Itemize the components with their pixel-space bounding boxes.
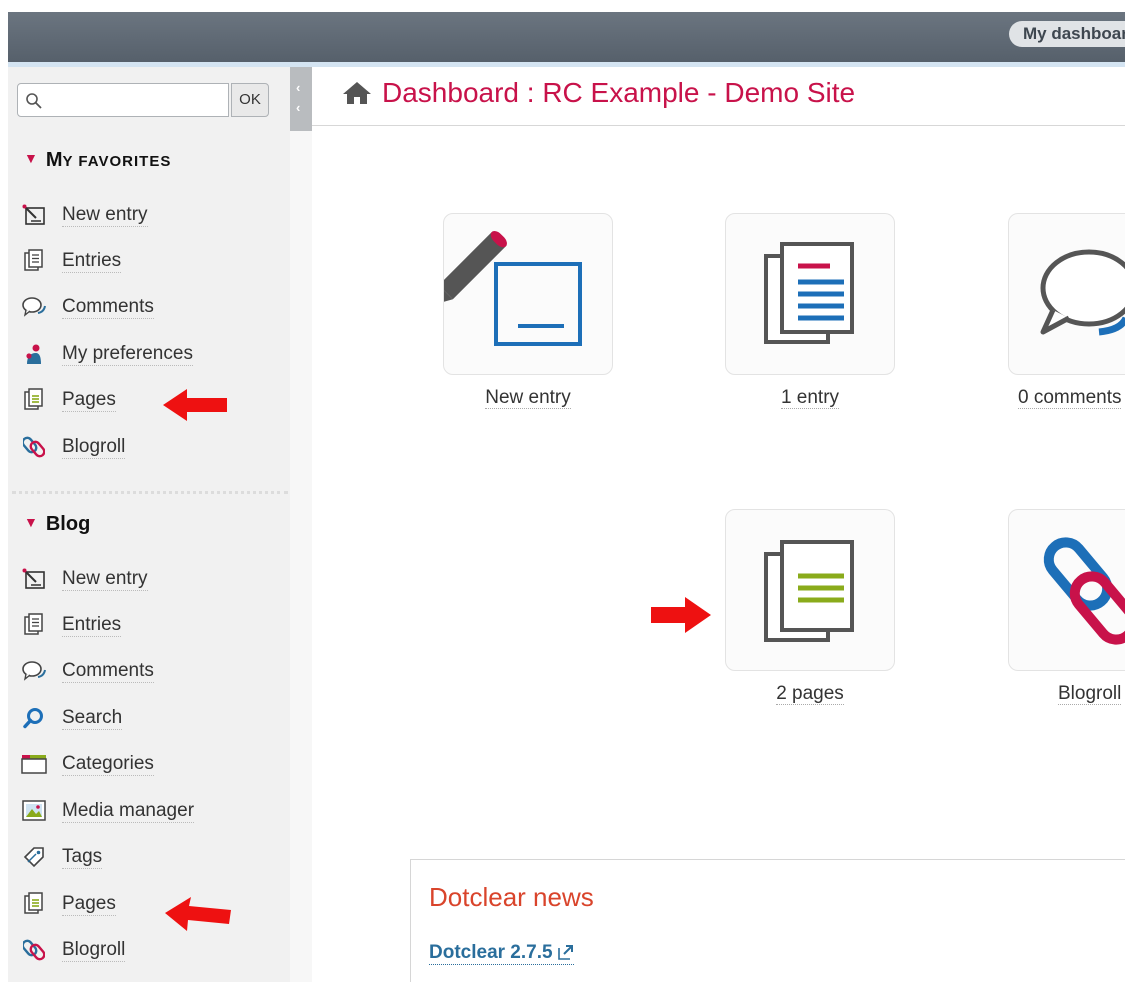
fav-item-blogroll[interactable]: Blogroll [20, 432, 126, 462]
entries-icon [20, 248, 48, 274]
my-dashboard-button[interactable]: My dashboard [1009, 21, 1125, 47]
tile-new-entry[interactable] [443, 213, 613, 375]
comments-icon [1040, 249, 1125, 336]
top-header-bar: My dashboard [8, 12, 1125, 62]
pages-icon [20, 891, 48, 917]
blog-item-new-entry[interactable]: New entry [20, 564, 148, 594]
expanded-triangle-icon: ▼ [24, 150, 38, 166]
annotation-arrow-left-icon [165, 897, 231, 931]
tile-label[interactable]: 1 entry [710, 387, 910, 409]
blog-item-label: Entries [62, 613, 122, 637]
news-link[interactable]: Dotclear 2.7.5 [429, 942, 574, 965]
favorites-section-toggle[interactable]: ▼ My favorites [24, 149, 171, 172]
blog-item-label: Blogroll [62, 938, 126, 962]
tile-label[interactable]: New entry [428, 387, 628, 409]
blog-item-media-manager[interactable]: Media manager [20, 796, 195, 826]
fav-item-label: Blogroll [62, 435, 126, 459]
search-input[interactable] [48, 88, 222, 114]
sidebar: OK ▼ My favorites New entry Entries Comme… [8, 67, 290, 982]
fav-item-new-entry[interactable]: New entry [20, 200, 148, 230]
blog-section-toggle[interactable]: ▼ Blog [24, 513, 90, 536]
new-entry-icon [444, 231, 582, 346]
expanded-triangle-icon: ▼ [24, 514, 38, 530]
blog-item-categories[interactable]: Categories [20, 749, 154, 779]
blog-item-label: Media manager [62, 799, 195, 823]
blogroll-icon [20, 434, 48, 460]
chevron-left-icon: ‹ [296, 80, 301, 95]
search-field[interactable] [17, 83, 229, 117]
search-ok-button[interactable]: OK [231, 83, 269, 117]
sidebar-collapse-handle[interactable]: ‹ ‹ [290, 67, 312, 131]
favorites-title-initial: M [45, 149, 63, 171]
preferences-icon [20, 341, 48, 367]
tile-blogroll[interactable] [1008, 509, 1125, 671]
search-icon [20, 705, 48, 731]
blog-item-pages[interactable]: Pages [20, 889, 116, 919]
chevron-left-icon: ‹ [296, 100, 301, 115]
blog-item-label: Pages [62, 892, 116, 916]
blog-item-label: Comments [62, 659, 154, 683]
blog-item-comments[interactable]: Comments [20, 656, 154, 686]
blog-item-blogroll[interactable]: Blogroll [20, 935, 126, 965]
comments-icon [20, 294, 48, 320]
blog-item-label: Categories [62, 752, 154, 776]
annotation-arrow-left-icon [163, 389, 227, 421]
blogroll-icon [1043, 537, 1125, 645]
news-title: Dotclear news [429, 882, 594, 912]
magnifier-icon [26, 93, 42, 109]
pages-icon [20, 387, 48, 413]
new-entry-icon [20, 202, 48, 228]
blog-item-tags[interactable]: Tags [20, 842, 103, 872]
fav-item-label: My preferences [62, 342, 193, 366]
tile-comments[interactable] [1008, 213, 1125, 375]
tile-label[interactable]: 2 pages [710, 683, 910, 705]
blog-section-title: Blog [45, 513, 91, 535]
fav-item-entries[interactable]: Entries [20, 246, 122, 276]
blog-item-entries[interactable]: Entries [20, 610, 122, 640]
annotation-arrow-right-icon [651, 597, 711, 633]
fav-item-pages[interactable]: Pages [20, 385, 116, 415]
sidebar-edge [290, 131, 312, 982]
new-entry-icon [20, 566, 48, 592]
dotclear-news-panel: Dotclear news Dotclear 2.7.5 [410, 859, 1125, 982]
title-divider [312, 125, 1125, 126]
fav-item-comments[interactable]: Comments [20, 292, 154, 322]
news-link-text: Dotclear 2.7.5 [429, 942, 553, 963]
tile-label[interactable]: Blogroll [1058, 683, 1125, 705]
sidebar-divider [12, 491, 288, 494]
fav-item-my-preferences[interactable]: My preferences [20, 339, 193, 369]
blog-item-label: Search [62, 706, 123, 730]
fav-item-label: Entries [62, 249, 122, 273]
tile-entries[interactable] [725, 213, 895, 375]
main-content: Dashboard : RC Example - Demo Site New e… [312, 67, 1125, 982]
blog-item-search[interactable]: Search [20, 703, 123, 733]
entries-icon [764, 242, 854, 344]
tile-pages[interactable] [725, 509, 895, 671]
media-icon [20, 798, 48, 824]
tile-label[interactable]: 0 comments [1018, 387, 1125, 409]
categories-icon [20, 751, 48, 777]
comments-icon [20, 658, 48, 684]
external-link-icon [558, 945, 573, 960]
blog-item-label: Tags [62, 845, 103, 869]
blogroll-icon [20, 937, 48, 963]
pages-icon [764, 540, 854, 642]
page-title-text: Dashboard : RC Example - Demo Site [382, 77, 856, 108]
page-title: Dashboard : RC Example - Demo Site [342, 77, 855, 109]
fav-item-label: Pages [62, 388, 116, 412]
fav-item-label: New entry [62, 203, 148, 227]
blog-item-label: New entry [62, 567, 148, 591]
home-icon [343, 82, 371, 104]
entries-icon [20, 612, 48, 638]
tags-icon [20, 844, 48, 870]
fav-item-label: Comments [62, 295, 154, 319]
favorites-title-rest: y favorites [62, 153, 172, 170]
